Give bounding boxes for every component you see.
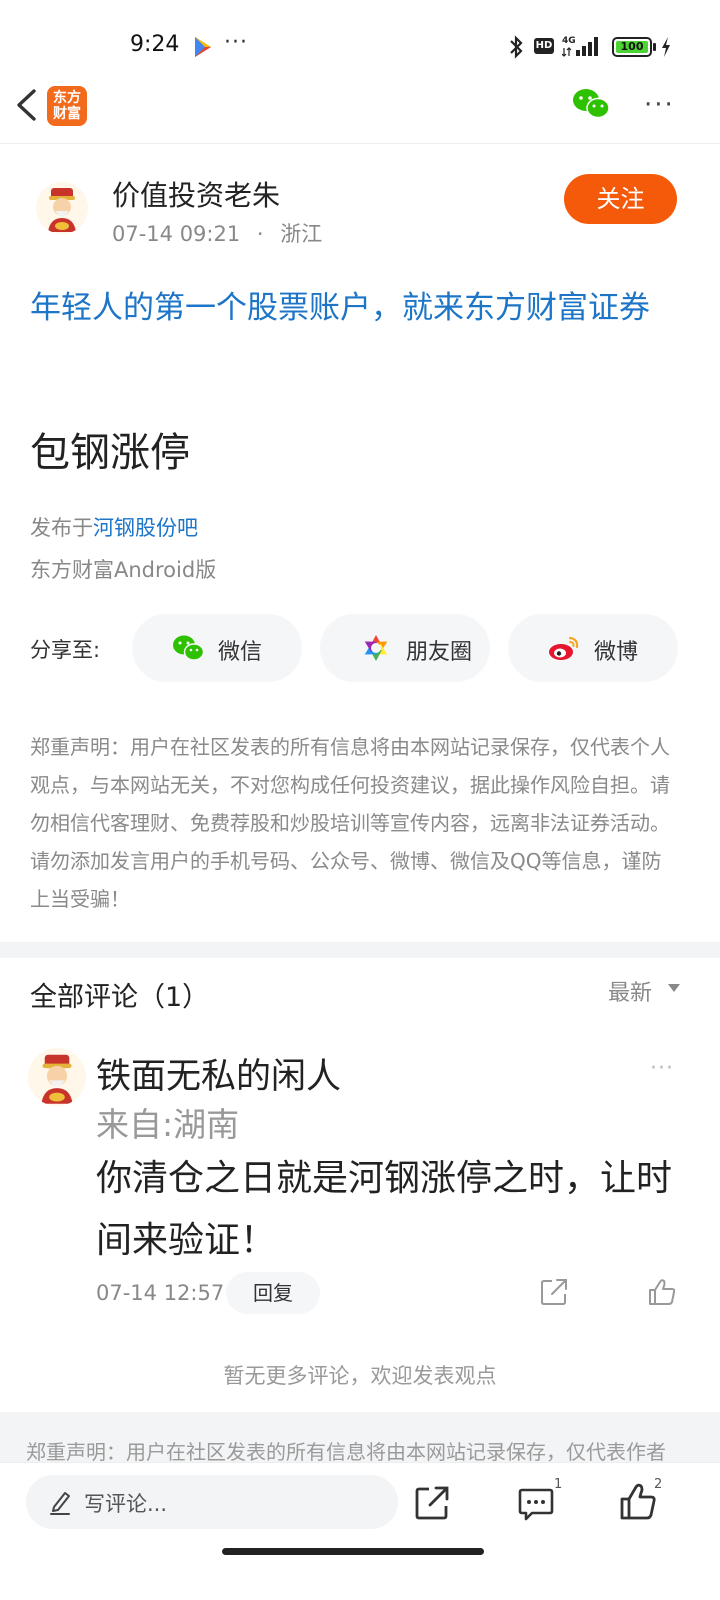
posted-in-prefix: 发布于 [30,516,93,540]
author-name[interactable]: 价值投资老朱 [112,174,280,214]
charging-icon [662,37,670,57]
comment-placeholder: 写评论... [84,1492,168,1516]
battery-icon: 100 [612,37,652,57]
notification-more-icon: ··· [224,30,248,55]
like-icon[interactable] [620,1483,656,1521]
share-weibo-label: 微博 [594,640,639,665]
fortune-god-avatar-icon [36,182,88,234]
pen-icon [50,1492,70,1515]
author-avatar[interactable] [36,182,88,234]
commenter-location: 来自:湖南 [96,1105,240,1144]
comment-icon[interactable] [518,1487,554,1521]
write-comment-input[interactable]: 写评论... [26,1475,398,1529]
post-time: 07-14 09:21 [112,222,241,246]
moments-icon [364,635,388,661]
share-label: 分享至: [30,638,101,662]
battery-tip [653,43,656,51]
sort-dropdown[interactable]: 最新 [608,975,652,1007]
comment-count: 1 [554,1477,563,1492]
disclaimer-text: 郑重声明：用户在社区发表的所有信息将由本网站记录保存，仅代表个人观点，与本网站无… [30,735,670,911]
top-nav: 东方 财富 ··· [0,70,720,144]
share-wechat-label: 微信 [218,640,263,665]
back-arrow-icon[interactable] [14,88,38,122]
share-weibo-button[interactable]: 微博 [508,614,678,682]
share-moments-label: 朋友圈 [406,640,473,665]
follow-button[interactable]: 关注 [564,174,677,224]
share-icon[interactable] [414,1485,450,1521]
comment-time: 07-14 12:57 [96,1281,225,1305]
more-options-icon[interactable]: ··· [644,90,678,120]
section-divider [0,942,720,958]
promo-link[interactable]: 年轻人的第一个股票账户，就来东方财富证券 [30,282,690,334]
app-logo[interactable]: 东方 财富 [47,86,87,126]
comments-title: 全部评论（1） [30,982,210,1013]
svg-text:4G: 4G [562,36,576,46]
status-time: 9:24 [130,32,180,57]
comment-more-icon[interactable]: ··· [650,1056,674,1081]
wechat-share-icon[interactable] [572,88,610,120]
share-wechat-button[interactable]: 微信 [132,614,302,682]
comment-like-icon[interactable] [648,1278,676,1306]
footer-disclaimer-text: 郑重声明：用户在社区发表的所有信息将由本网站记录保存，仅代表作者 [26,1440,666,1464]
post-title: 包钢涨停 [30,430,190,476]
bluetooth-icon [510,35,523,59]
hd-icon: HD [534,38,554,54]
battery-level: 100 [616,41,648,53]
like-count: 2 [654,1477,663,1492]
fortune-god-avatar-icon [28,1048,86,1106]
meta-separator: · [256,222,264,246]
reply-button[interactable]: 回复 [226,1272,320,1314]
home-indicator[interactable] [222,1548,484,1555]
stock-bar-link[interactable]: 河钢股份吧 [93,516,198,540]
comment-share-icon[interactable] [540,1278,568,1306]
post-location: 浙江 [280,222,323,246]
share-moments-button[interactable]: 朋友圈 [320,614,490,682]
post-meta: 07-14 09:21 · 浙江 [112,218,322,248]
caret-down-icon[interactable] [668,984,680,992]
signal-icon: 4G [562,36,598,57]
client-info: 东方财富Android版 [30,558,217,582]
commenter-avatar[interactable] [28,1048,86,1106]
comment-text: 你清仓之日就是河钢涨停之时，让时间来验证！ [96,1158,673,1261]
wechat-icon [173,635,204,661]
weibo-icon [549,636,579,660]
no-more-comments: 暂无更多评论，欢迎发表观点 [223,1364,497,1388]
play-store-icon [195,37,211,57]
bottom-action-bar: 写评论... 1 2 [0,1462,720,1562]
commenter-name[interactable]: 铁面无私的闲人 [96,1048,341,1099]
posted-in: 发布于河钢股份吧 [30,512,198,542]
status-bar: 9:24 ··· HD 4G 100 [0,0,720,70]
